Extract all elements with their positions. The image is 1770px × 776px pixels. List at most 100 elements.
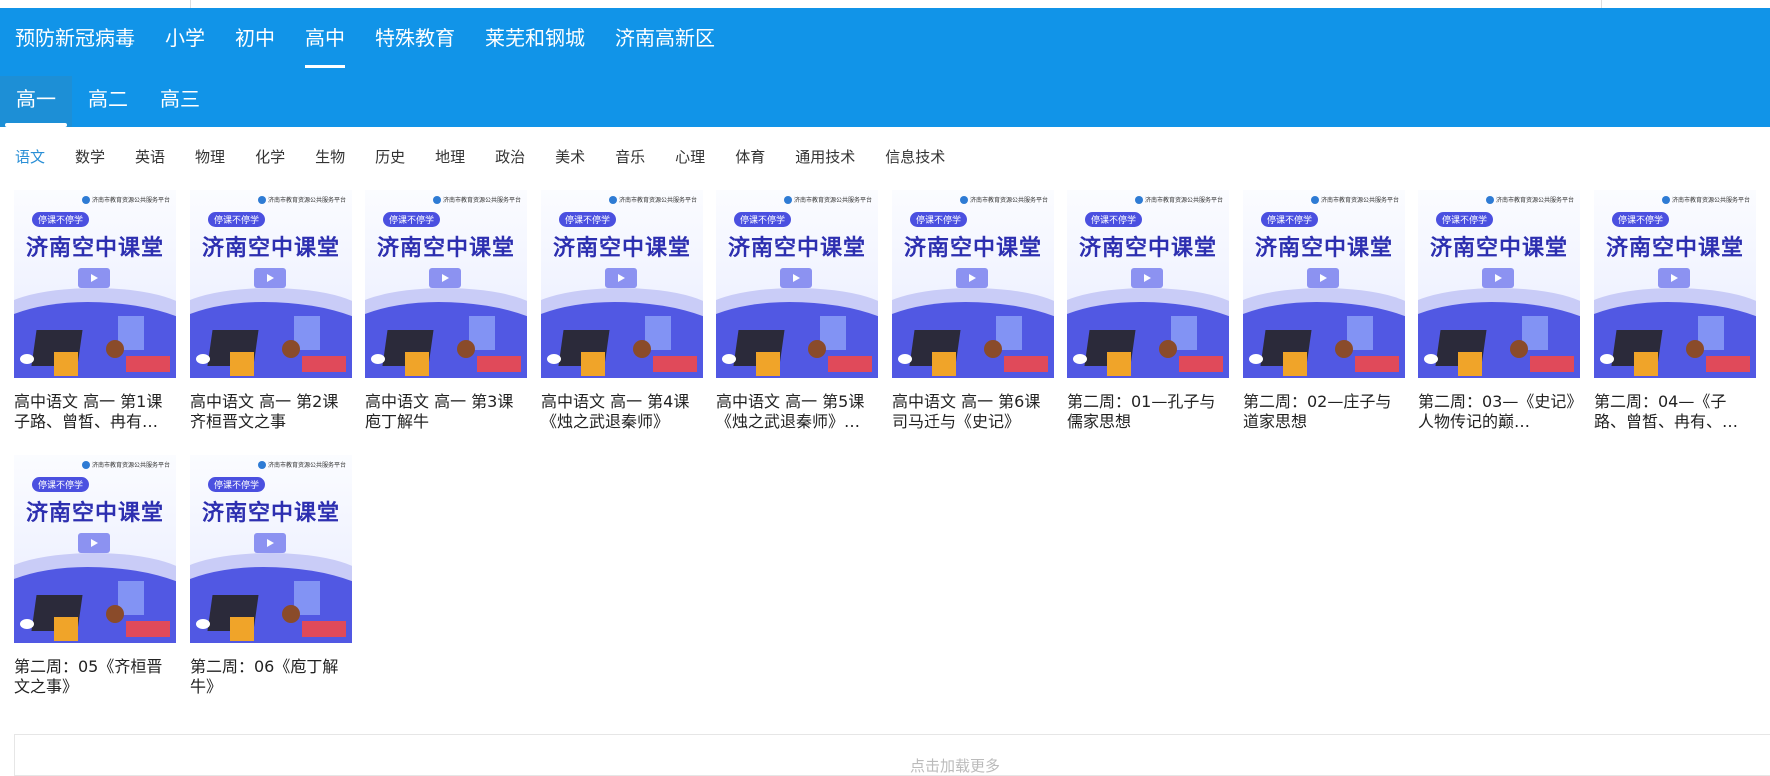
student-illustration bbox=[457, 340, 475, 358]
thumbnail-title: 济南空中课堂 bbox=[552, 236, 691, 261]
org-label: 济南市教育资源公共服务平台 bbox=[959, 195, 1048, 204]
video-card[interactable]: 济南市教育资源公共服务平台 停课不停学 济南空中课堂 第二周：04—《子路、曾皙、冉有… bbox=[1594, 190, 1756, 432]
seal-icon bbox=[1310, 195, 1319, 204]
thumbnail-badge: 停课不停学 bbox=[1261, 212, 1319, 227]
video-thumbnail[interactable]: 济南市教育资源公共服务平台 停课不停学 济南空中课堂 bbox=[1594, 190, 1756, 378]
books-illustration bbox=[1179, 356, 1223, 372]
nav-item-primary-school[interactable]: 小学 bbox=[150, 8, 220, 68]
thumbnail-title: 济南空中课堂 bbox=[1254, 236, 1393, 261]
video-caption[interactable]: 高中语文 高一 第3课 庖丁解牛 bbox=[365, 392, 527, 432]
video-card[interactable]: 济南市教育资源公共服务平台 停课不停学 济南空中课堂高中语文 高一 第1课 子路、曾… bbox=[14, 190, 176, 432]
subject-art[interactable]: 美术 bbox=[540, 146, 600, 168]
thumbnail-title: 济南空中课堂 bbox=[1429, 236, 1568, 261]
video-thumbnail[interactable]: 济南市教育资源公共服务平台 停课不停学 济南空中课堂 bbox=[892, 190, 1054, 378]
subject-psychology[interactable]: 心理 bbox=[660, 146, 720, 168]
video-caption[interactable]: 高中语文 高一 第4课 《烛之武退秦师》 bbox=[541, 392, 703, 432]
subject-geography[interactable]: 地理 bbox=[420, 146, 480, 168]
video-thumbnail[interactable]: 济南市教育资源公共服务平台 停课不停学 济南空中课堂 bbox=[190, 190, 352, 378]
tab-grade-3[interactable]: 高三 bbox=[144, 76, 216, 127]
video-card[interactable]: 济南市教育资源公共服务平台 停课不停学 济南空中课堂高中语文 高一 第2课 齐桓晋文… bbox=[190, 190, 352, 432]
video-thumbnail[interactable]: 济南市教育资源公共服务平台 停课不停学 济南空中课堂 bbox=[190, 455, 352, 643]
nav-item-prevention[interactable]: 预防新冠病毒 bbox=[0, 8, 150, 68]
org-label: 济南市教育资源公共服务平台 bbox=[1134, 195, 1223, 204]
video-caption[interactable]: 第二周：03—《史记》人物传记的巅… bbox=[1418, 392, 1580, 432]
org-label: 济南市教育资源公共服务平台 bbox=[1310, 195, 1399, 204]
subject-general-tech[interactable]: 通用技术 bbox=[780, 146, 870, 168]
video-thumbnail[interactable]: 济南市教育资源公共服务平台 停课不停学 济南空中课堂 bbox=[14, 190, 176, 378]
video-card[interactable]: 济南市教育资源公共服务平台 停课不停学 济南空中课堂第二周：06《庖丁解牛》 bbox=[190, 455, 352, 697]
subject-music[interactable]: 音乐 bbox=[600, 146, 660, 168]
video-card[interactable]: 济南市教育资源公共服务平台 停课不停学 济南空中课堂高中语文 高一 第6课 司马迁与… bbox=[892, 190, 1054, 432]
video-thumbnail[interactable]: 济南市教育资源公共服务平台 停课不停学 济南空中课堂 bbox=[541, 190, 703, 378]
video-card[interactable]: 济南市教育资源公共服务平台 停课不停学 济南空中课堂高中语文 高一 第3课 庖丁解牛 bbox=[365, 190, 527, 432]
load-more-button[interactable]: 点击加载更多 bbox=[14, 734, 1770, 776]
subject-it[interactable]: 信息技术 bbox=[870, 146, 960, 168]
subject-chinese[interactable]: 语文 bbox=[0, 146, 60, 168]
org-label: 济南市教育资源公共服务平台 bbox=[81, 460, 170, 469]
video-thumbnail[interactable]: 济南市教育资源公共服务平台 停课不停学 济南空中课堂 bbox=[14, 455, 176, 643]
thumbnail-badge: 停课不停学 bbox=[1612, 212, 1670, 227]
nav-item-high-tech-zone[interactable]: 济南高新区 bbox=[600, 8, 730, 68]
subject-math[interactable]: 数学 bbox=[60, 146, 120, 168]
books-illustration bbox=[126, 621, 170, 637]
video-thumbnail[interactable]: 济南市教育资源公共服务平台 停课不停学 济南空中课堂 bbox=[716, 190, 878, 378]
tab-grade-2[interactable]: 高二 bbox=[72, 76, 144, 127]
subject-chemistry[interactable]: 化学 bbox=[240, 146, 300, 168]
subject-history[interactable]: 历史 bbox=[360, 146, 420, 168]
video-card[interactable]: 济南市教育资源公共服务平台 停课不停学 济南空中课堂第二周：03—《史记》人物传记的… bbox=[1418, 190, 1580, 432]
books-illustration bbox=[1706, 356, 1750, 372]
video-caption[interactable]: 第二周：06《庖丁解牛》 bbox=[190, 657, 352, 697]
video-caption[interactable]: 第二周：01—孔子与儒家思想 bbox=[1067, 392, 1229, 432]
play-icon bbox=[1307, 268, 1339, 288]
thumbnail-badge: 停课不停学 bbox=[383, 212, 441, 227]
org-label: 济南市教育资源公共服务平台 bbox=[81, 195, 170, 204]
nav-item-junior-high[interactable]: 初中 bbox=[220, 8, 290, 68]
nav-item-special-education[interactable]: 特殊教育 bbox=[360, 8, 470, 68]
subject-biology[interactable]: 生物 bbox=[300, 146, 360, 168]
play-icon bbox=[956, 268, 988, 288]
video-caption[interactable]: 高中语文 高一 第6课 司马迁与《史记》 bbox=[892, 392, 1054, 432]
play-icon bbox=[1482, 268, 1514, 288]
primary-nav: 预防新冠病毒 小学 初中 高中 特殊教育 莱芜和钢城 济南高新区 bbox=[0, 8, 730, 68]
video-caption[interactable]: 第二周：04—《子路、曾皙、冉有、… bbox=[1594, 392, 1756, 432]
books-illustration bbox=[302, 621, 346, 637]
video-thumbnail[interactable]: 济南市教育资源公共服务平台 停课不停学 济南空中课堂 bbox=[1418, 190, 1580, 378]
video-card[interactable]: 济南市教育资源公共服务平台 停课不停学 济南空中课堂高中语文 高一 第5课 《烛之武… bbox=[716, 190, 878, 432]
subject-english[interactable]: 英语 bbox=[120, 146, 180, 168]
thumbnail-badge: 停课不停学 bbox=[559, 212, 617, 227]
books-illustration bbox=[1004, 356, 1048, 372]
student-illustration bbox=[106, 340, 124, 358]
seal-icon bbox=[1485, 195, 1494, 204]
video-thumbnail[interactable]: 济南市教育资源公共服务平台 停课不停学 济南空中课堂 bbox=[1067, 190, 1229, 378]
video-caption[interactable]: 高中语文 高一 第2课 齐桓晋文之事 bbox=[190, 392, 352, 432]
subject-physics[interactable]: 物理 bbox=[180, 146, 240, 168]
video-thumbnail[interactable]: 济南市教育资源公共服务平台停课不停学济南空中课堂 bbox=[1243, 190, 1405, 378]
student-illustration bbox=[1686, 340, 1704, 358]
video-caption[interactable]: 第二周：05《齐桓晋文之事》 bbox=[14, 657, 176, 697]
video-thumbnail[interactable]: 济南市教育资源公共服务平台 停课不停学 济南空中课堂 bbox=[365, 190, 527, 378]
play-icon bbox=[429, 268, 461, 288]
video-caption[interactable]: 第二周：02—庄子与道家思想 bbox=[1243, 392, 1405, 432]
subject-filter: 语文 数学 英语 物理 化学 生物 历史 地理 政治 美术 音乐 心理 体育 通… bbox=[0, 146, 960, 168]
student-illustration bbox=[1510, 340, 1528, 358]
seal-icon bbox=[432, 195, 441, 204]
thumbnail-title: 济南空中课堂 bbox=[1605, 236, 1744, 261]
thumbnail-badge: 停课不停学 bbox=[734, 212, 792, 227]
video-caption[interactable]: 高中语文 高一 第5课 《烛之武退秦师》… bbox=[716, 392, 878, 432]
seal-icon bbox=[257, 460, 266, 469]
subject-pe[interactable]: 体育 bbox=[720, 146, 780, 168]
video-card[interactable]: 济南市教育资源公共服务平台 停课不停学 济南空中课堂第二周：01—孔子与儒家思想 bbox=[1067, 190, 1229, 432]
student-illustration bbox=[282, 340, 300, 358]
seal-icon bbox=[81, 195, 90, 204]
play-icon bbox=[780, 268, 812, 288]
video-caption[interactable]: 高中语文 高一 第1课 子路、曾皙、冉有… bbox=[14, 392, 176, 432]
video-card[interactable]: 济南市教育资源公共服务平台停课不停学济南空中课堂第二周：02—庄子与道家思想 bbox=[1243, 190, 1405, 432]
video-card[interactable]: 济南市教育资源公共服务平台 停课不停学 济南空中课堂第二周：05《齐桓晋文之事》 bbox=[14, 455, 176, 697]
tab-grade-1[interactable]: 高一 bbox=[0, 76, 72, 127]
books-illustration bbox=[126, 356, 170, 372]
student-illustration bbox=[106, 605, 124, 623]
video-card[interactable]: 济南市教育资源公共服务平台 停课不停学 济南空中课堂 高中语文 高一 第4课 《烛之武… bbox=[541, 190, 703, 432]
nav-item-laiwu-gangcheng[interactable]: 莱芜和钢城 bbox=[470, 8, 600, 68]
nav-item-senior-high[interactable]: 高中 bbox=[290, 8, 360, 68]
subject-politics[interactable]: 政治 bbox=[480, 146, 540, 168]
